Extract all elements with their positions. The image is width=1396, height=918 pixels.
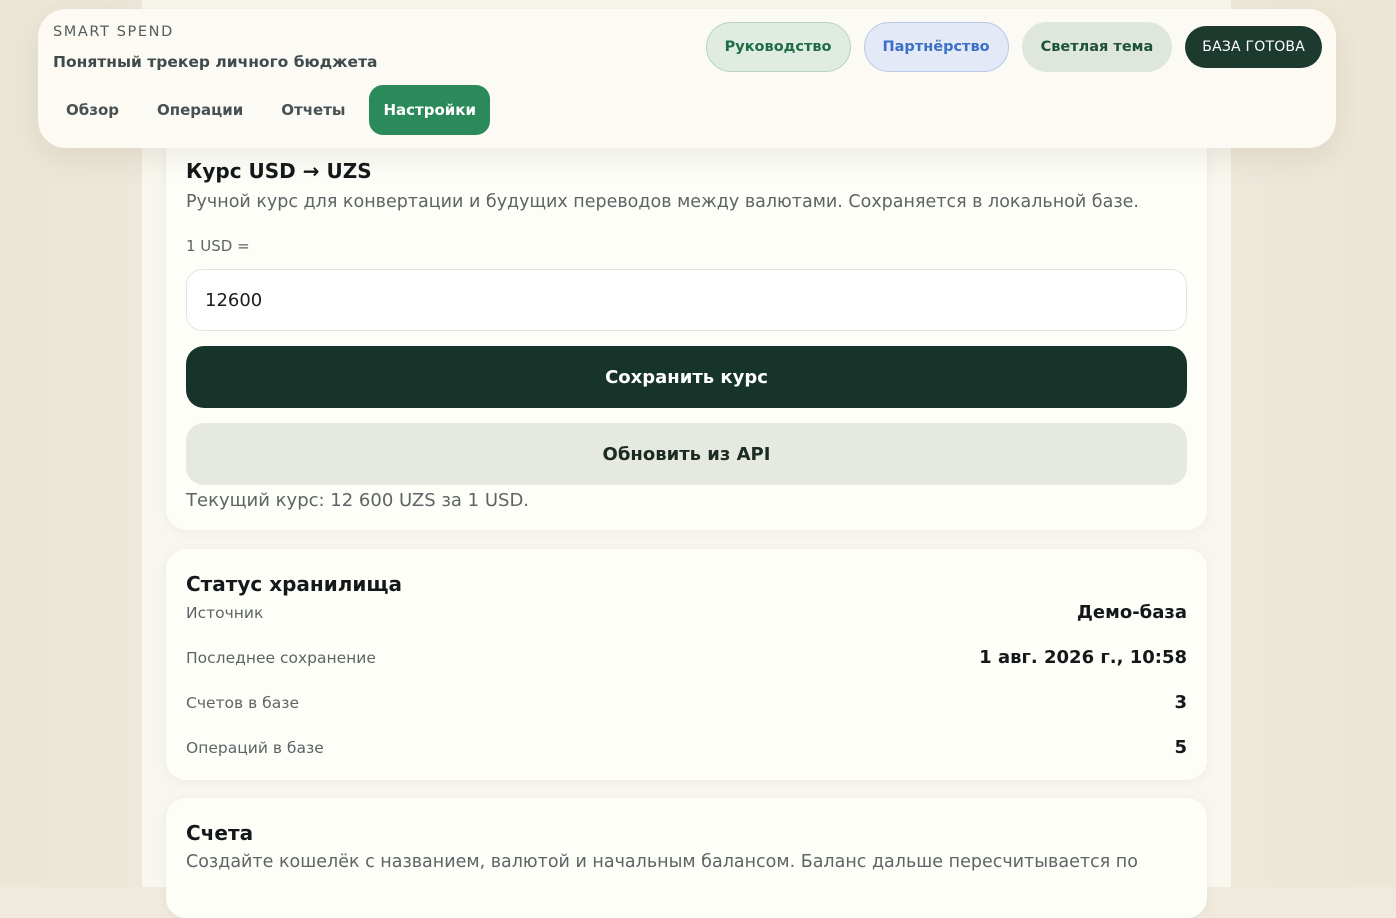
storage-row-accounts: Счетов в базе 3 bbox=[186, 694, 1187, 718]
tab-settings[interactable]: Настройки bbox=[369, 85, 490, 135]
rate-card-title: Курс USD → UZS bbox=[186, 159, 372, 183]
header-actions: Руководство Партнёрство Светлая тема БАЗ… bbox=[706, 22, 1322, 72]
update-from-api-button[interactable]: Обновить из API bbox=[186, 423, 1187, 485]
brand-name: SMART SPEND bbox=[53, 24, 174, 40]
storage-row-source: Источник Демо-база bbox=[186, 604, 1187, 628]
guide-button[interactable]: Руководство bbox=[706, 22, 851, 72]
tab-reports[interactable]: Отчеты bbox=[267, 85, 359, 135]
rate-input[interactable]: 12600 bbox=[186, 269, 1187, 331]
stat-label: Последнее сохранение bbox=[186, 649, 376, 667]
storage-row-operations: Операций в базе 5 bbox=[186, 739, 1187, 763]
stat-value: Демо-база bbox=[1077, 602, 1187, 623]
accounts-card-title: Счета bbox=[186, 821, 253, 845]
stat-value: 5 bbox=[1174, 737, 1187, 758]
app-header: SMART SPEND Понятный трекер личного бюдж… bbox=[38, 9, 1336, 148]
theme-toggle-button[interactable]: Светлая тема bbox=[1022, 22, 1173, 72]
rate-card-description: Ручной курс для конвертации и будущих пе… bbox=[186, 192, 1139, 212]
stat-label: Источник bbox=[186, 604, 263, 622]
storage-card: Статус хранилища Источник Демо-база Посл… bbox=[166, 549, 1207, 780]
db-status-badge: БАЗА ГОТОВА bbox=[1185, 26, 1322, 68]
stat-value: 1 авг. 2026 г., 10:58 bbox=[979, 647, 1187, 668]
save-rate-button[interactable]: Сохранить курс bbox=[186, 346, 1187, 408]
current-rate-text: Текущий курс: 12 600 UZS за 1 USD. bbox=[186, 490, 529, 511]
main-tabs: Обзор Операции Отчеты Настройки bbox=[52, 85, 490, 135]
storage-row-last-saved: Последнее сохранение 1 авг. 2026 г., 10:… bbox=[186, 649, 1187, 673]
rate-input-label: 1 USD = bbox=[186, 237, 250, 255]
stat-value: 3 bbox=[1174, 692, 1187, 713]
accounts-card-description: Создайте кошелёк с названием, валютой и … bbox=[186, 852, 1138, 872]
brand-subtitle: Понятный трекер личного бюджета bbox=[53, 53, 378, 71]
stat-label: Счетов в базе bbox=[186, 694, 299, 712]
tab-overview[interactable]: Обзор bbox=[52, 85, 133, 135]
rate-card: Курс USD → UZS Ручной курс для конвертац… bbox=[166, 140, 1207, 530]
stat-label: Операций в базе bbox=[186, 739, 324, 757]
tab-operations[interactable]: Операции bbox=[143, 85, 257, 135]
partnership-button[interactable]: Партнёрство bbox=[864, 22, 1009, 72]
storage-card-title: Статус хранилища bbox=[186, 572, 402, 596]
accounts-card: Счета Создайте кошелёк с названием, валю… bbox=[166, 798, 1207, 918]
